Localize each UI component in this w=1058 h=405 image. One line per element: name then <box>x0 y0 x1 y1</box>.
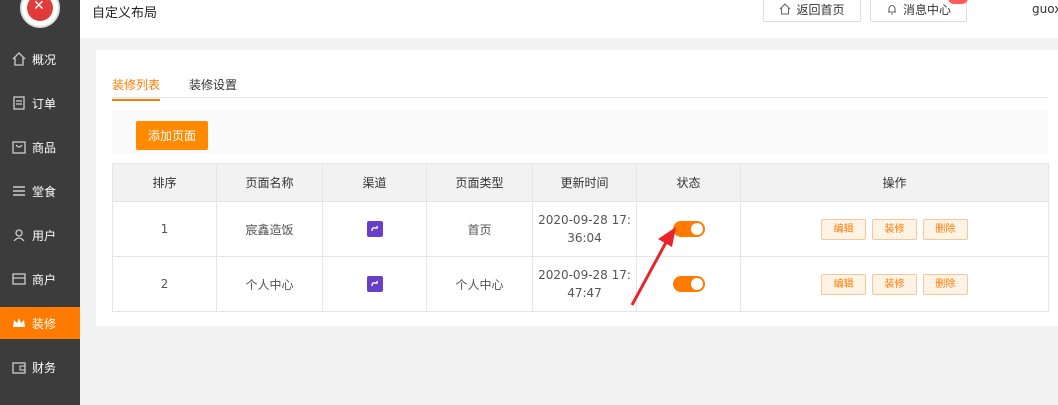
sidebar-item-users[interactable]: 用户 <box>0 219 80 251</box>
sidebar-item-orders[interactable]: 订单 <box>0 87 80 119</box>
add-page-button[interactable]: 添加页面 <box>136 121 208 150</box>
order-cell: 1 <box>112 201 217 257</box>
store-icon <box>12 272 26 286</box>
main-card: 装修列表 装修设置 添加页面 排序 页面名称 渠道 页面类型 更新时间 状态 操… <box>96 50 1058 326</box>
page-name-cell: 个人中心 <box>216 256 323 312</box>
order-cell: 2 <box>112 256 217 312</box>
message-center-label: 消息中心 <box>902 2 951 17</box>
column-header: 状态 <box>636 163 741 202</box>
table-row: 2 个人中心 个人中心 2020-09-28 17:47:47 编辑 装修 删除 <box>112 256 1049 312</box>
sidebar-item-label: 装修 <box>32 316 57 331</box>
delete-button[interactable]: 删除 <box>922 218 968 240</box>
wallet-icon <box>12 360 26 374</box>
channel-cell <box>322 201 427 257</box>
tab-decoration-list[interactable]: 装修列表 <box>112 76 161 101</box>
sidebar: 概况 订单 商品 堂食 用户 商户 装修 财务 <box>0 0 80 405</box>
sidebar-item-decoration[interactable]: 装修 <box>0 307 80 339</box>
column-header: 页面类型 <box>426 163 533 202</box>
sidebar-item-label: 用户 <box>32 228 57 243</box>
bag-icon <box>12 140 26 154</box>
channel-cell <box>322 256 427 312</box>
mini-program-icon <box>366 221 383 237</box>
actions-cell: 编辑 装修 删除 <box>740 256 1049 312</box>
tab-decoration-settings[interactable]: 装修设置 <box>189 76 237 99</box>
table-header-row: 排序 页面名称 渠道 页面类型 更新时间 状态 操作 <box>112 163 1049 202</box>
updated-time: 2020-09-28 17:47:47 <box>538 268 631 300</box>
pages-table: 排序 页面名称 渠道 页面类型 更新时间 状态 操作 1 宸鑫造饭 首页 202… <box>112 163 1049 312</box>
user-icon <box>12 228 26 242</box>
status-cell <box>636 256 741 312</box>
sidebar-item-finance[interactable]: 财务 <box>0 351 80 383</box>
header: 自定义布局 返回首页 消息中心 guox <box>80 0 1058 38</box>
status-toggle[interactable] <box>672 221 705 237</box>
home-icon <box>12 52 26 66</box>
sidebar-item-label: 订单 <box>32 96 57 111</box>
status-toggle[interactable] <box>672 276 705 292</box>
edit-button[interactable]: 编辑 <box>821 273 867 295</box>
table-row: 1 宸鑫造饭 首页 2020-09-28 17:36:04 编辑 装修 删除 <box>112 201 1049 257</box>
sidebar-item-products[interactable]: 商品 <box>0 131 80 163</box>
bell-icon <box>887 4 896 15</box>
sidebar-item-overview[interactable]: 概况 <box>0 43 80 75</box>
page-type-cell: 个人中心 <box>426 256 533 312</box>
sidebar-item-label: 商品 <box>32 140 57 155</box>
username[interactable]: guox <box>1032 2 1058 16</box>
column-header: 渠道 <box>322 163 427 202</box>
edit-button[interactable]: 编辑 <box>821 218 867 240</box>
decorate-button[interactable]: 装修 <box>872 218 917 240</box>
sidebar-item-dine-in[interactable]: 堂食 <box>0 175 80 207</box>
decorate-button[interactable]: 装修 <box>872 273 917 295</box>
column-header: 页面名称 <box>216 163 323 202</box>
updated-time-cell: 2020-09-28 17:47:47 <box>532 256 637 312</box>
home-icon <box>780 3 791 15</box>
page-title: 自定义布局 <box>92 6 158 21</box>
updated-time-cell: 2020-09-28 17:36:04 <box>532 201 637 257</box>
sidebar-item-merchants[interactable]: 商户 <box>0 263 80 295</box>
column-header: 排序 <box>112 163 217 202</box>
updated-time: 2020-09-28 17:36:04 <box>538 213 631 245</box>
sidebar-item-label: 财务 <box>32 360 57 375</box>
column-header: 操作 <box>740 163 1049 202</box>
sidebar-item-label: 堂食 <box>32 184 57 199</box>
tab-bar: 装修列表 装修设置 <box>112 76 1048 101</box>
document-icon <box>12 96 26 110</box>
delete-button[interactable]: 删除 <box>922 273 968 295</box>
crown-icon <box>12 316 26 330</box>
sidebar-item-label: 概况 <box>32 52 57 67</box>
logo <box>20 0 60 28</box>
back-home-label: 返回首页 <box>796 2 845 17</box>
actions-cell: 编辑 装修 删除 <box>740 201 1049 257</box>
list-icon <box>12 184 26 198</box>
status-cell <box>636 201 741 257</box>
toolbar: 添加页面 <box>112 110 1048 154</box>
page-name-cell: 宸鑫造饭 <box>216 201 323 257</box>
mini-program-icon <box>366 276 383 292</box>
sidebar-item-label: 商户 <box>32 272 57 287</box>
back-home-button[interactable]: 返回首页 <box>763 0 861 22</box>
page-type-cell: 首页 <box>426 201 533 257</box>
column-header: 更新时间 <box>532 163 637 202</box>
